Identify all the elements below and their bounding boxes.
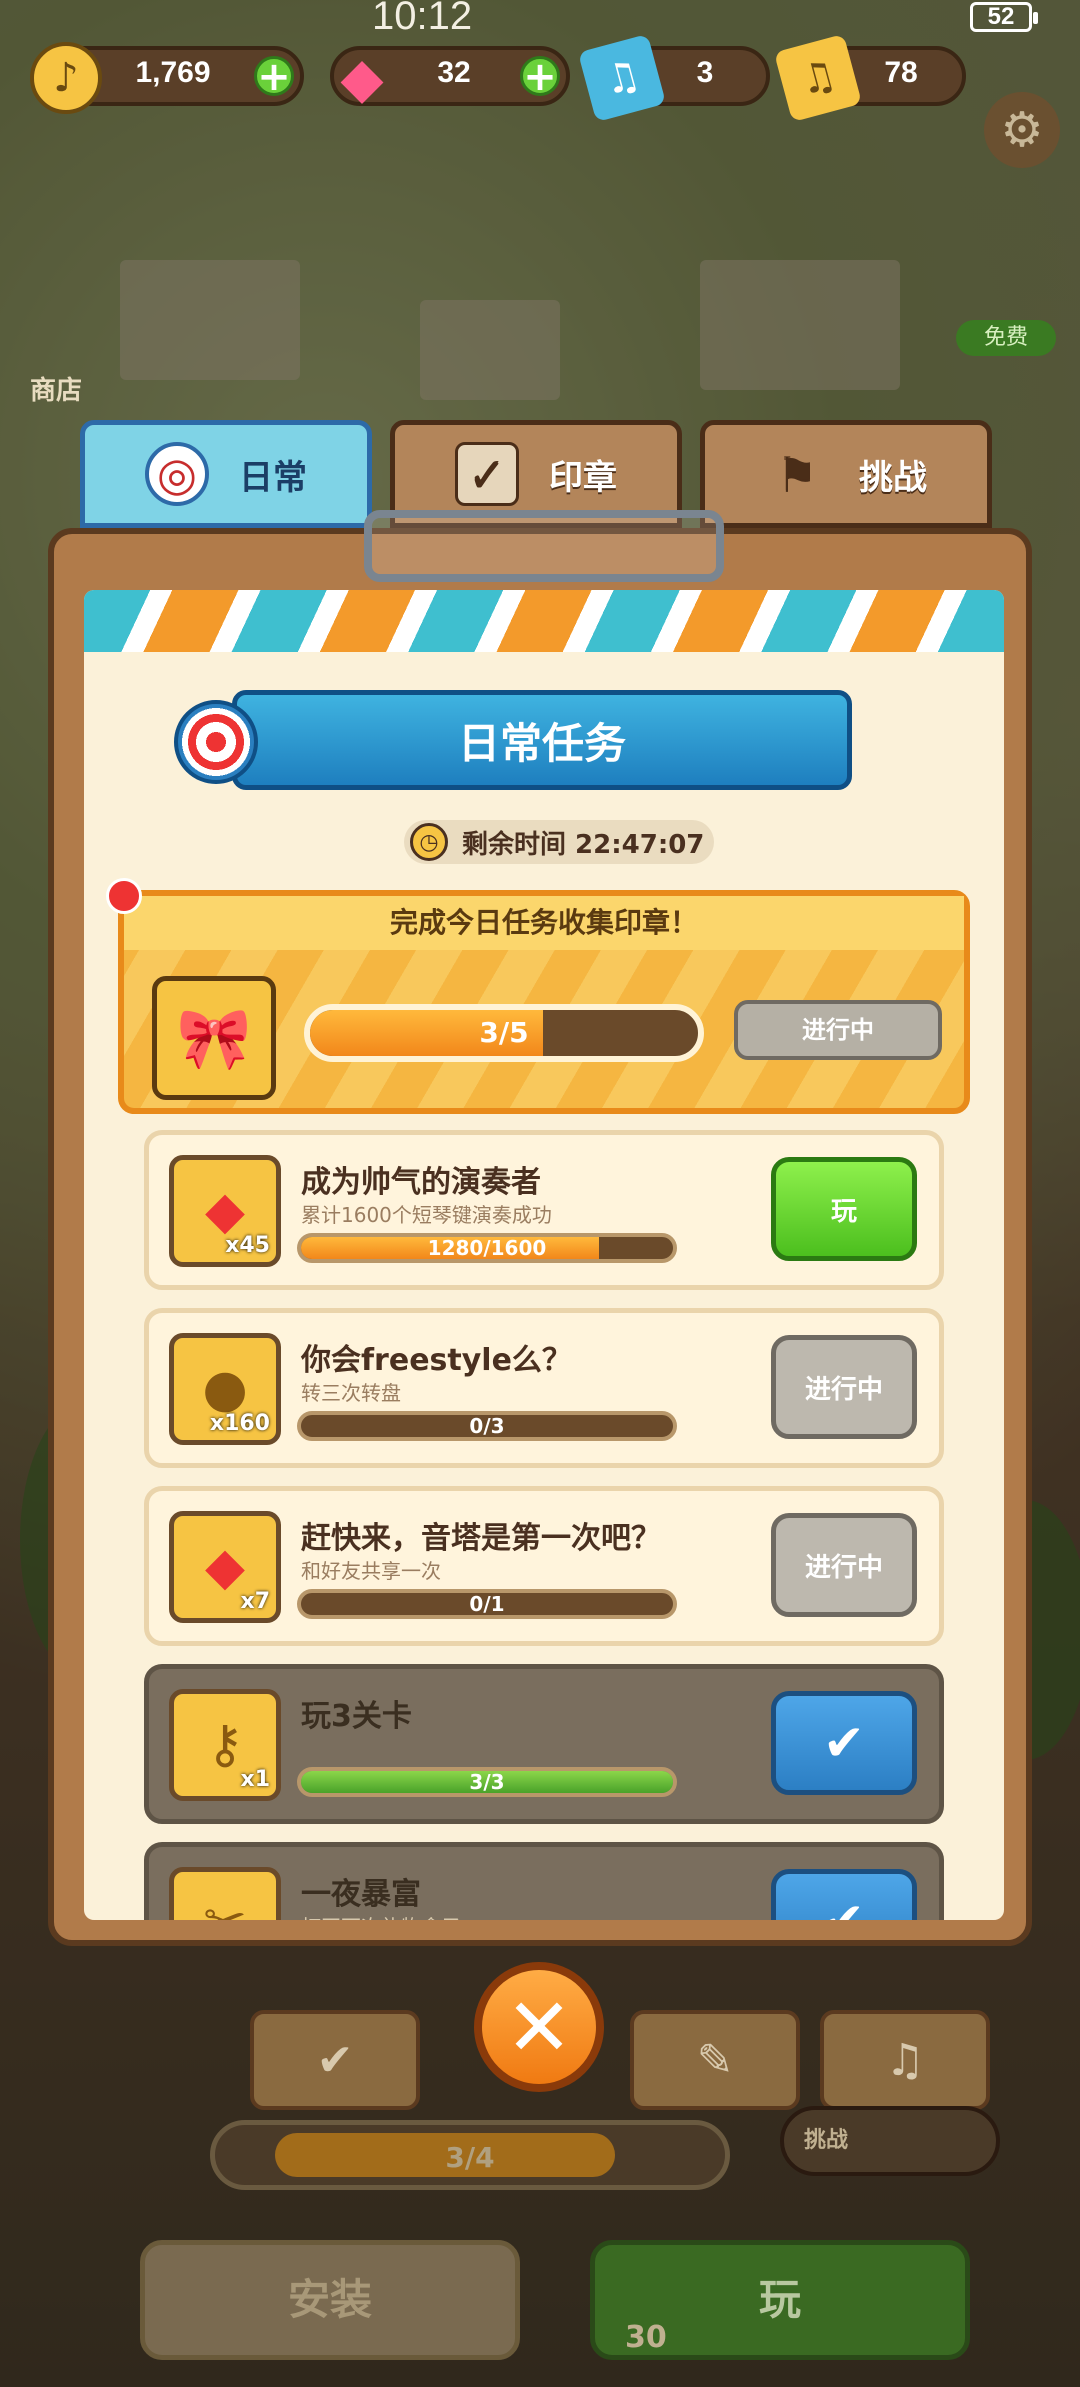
- task-action-button[interactable]: 进行中: [771, 1513, 917, 1617]
- task-progress-bar: 0/1: [297, 1589, 677, 1619]
- task-title: 成为帅气的演奏者: [301, 1165, 541, 1200]
- play-button[interactable]: 30 玩: [590, 2240, 970, 2360]
- resource-value: 1,769: [135, 56, 211, 89]
- free-ad-badge[interactable]: 免费: [956, 320, 1056, 356]
- task-progress-label: 3/3: [469, 1770, 505, 1794]
- task-progress-bar: 3/3: [297, 1767, 677, 1797]
- flag-icon: ⚑: [776, 447, 818, 501]
- reward-count: x1: [240, 1767, 271, 1792]
- status-time: 10:12: [372, 0, 473, 38]
- battery-indicator: 52: [970, 2, 1038, 32]
- settings-gear-icon[interactable]: ⚙: [984, 92, 1060, 168]
- resource-tickets[interactable]: ♫ 3: [577, 33, 770, 123]
- task-title: 一夜暴富: [301, 1877, 421, 1912]
- task-progress-label: 0/3: [469, 1414, 505, 1438]
- tab-label: 日常: [239, 457, 307, 498]
- clipboard-panel: 日常任务 ◷ 剩余时间 22:47:07 完成今日任务收集印章！ 🎀 3/5 进…: [48, 510, 1032, 1946]
- tab-label: 挑战: [859, 457, 927, 498]
- task-subtitle: 打开两次礼物盒子: [301, 1911, 461, 1920]
- play-label: 玩: [758, 2275, 801, 2324]
- bottom-panel: ✔ ✎ ♫ 3/4 挑战 安装 30 玩: [0, 2000, 1080, 2387]
- status-bar: 10:12 52: [0, 0, 1080, 40]
- bottom-tab-music[interactable]: ♫: [820, 2010, 990, 2110]
- music-list-icon: ♫: [885, 2034, 925, 2086]
- key-icon: ⚷ x1: [169, 1689, 281, 1801]
- tab-label: 印章: [549, 457, 617, 498]
- goal-progress-label: 3/5: [479, 1016, 529, 1049]
- task-action-button[interactable]: 进行中: [771, 1335, 917, 1439]
- timer-text: 剩余时间 22:47:07: [462, 829, 705, 860]
- music-coin-icon: ♪: [30, 42, 102, 114]
- resource-gems[interactable]: ◆ 32 +: [330, 46, 570, 111]
- coins-icon: ● x160: [169, 1333, 281, 1445]
- task-subtitle: 累计1600个短琴键演奏成功: [301, 1203, 552, 1227]
- task-row: ◆ x45 成为帅气的演奏者累计1600个短琴键演奏成功 1280/1600 玩: [144, 1130, 944, 1290]
- bottom-progress-label: 3/4: [445, 2141, 495, 2174]
- clock-icon: ◷: [410, 823, 448, 861]
- reward-count: x160: [209, 1411, 270, 1436]
- resource-value: 78: [884, 56, 918, 89]
- scissors-icon: ✂x30: [169, 1867, 281, 1920]
- install-button[interactable]: 安装: [140, 2240, 520, 2360]
- resource-value: 32: [437, 56, 471, 89]
- goal-header: 完成今日任务收集印章！: [124, 896, 964, 950]
- edit-icon: ✎: [696, 2034, 734, 2086]
- target-icon: [174, 700, 258, 784]
- stamp-icon: ✓: [455, 442, 519, 506]
- task-action-button[interactable]: ✔: [771, 1691, 917, 1795]
- challenge-toggle[interactable]: 挑战: [780, 2106, 1000, 2176]
- goal-status-button[interactable]: 进行中: [734, 1000, 942, 1060]
- task-action-button[interactable]: 玩: [771, 1157, 917, 1261]
- add-coins-button[interactable]: +: [254, 56, 294, 97]
- task-title: 赶快来，音塔是第一次吧？: [301, 1521, 661, 1556]
- task-progress-bar: 1280/1600: [297, 1233, 677, 1263]
- resource-gold-tickets[interactable]: ♫ 78: [773, 33, 966, 123]
- target-icon: ◎: [145, 442, 209, 506]
- task-subtitle: 和好友共享一次: [301, 1559, 441, 1583]
- red-card-icon: ◆ x45: [169, 1155, 281, 1267]
- shop-label[interactable]: 商店: [30, 370, 82, 407]
- reward-count: x45: [225, 1233, 270, 1258]
- task-action-button[interactable]: ✔: [771, 1869, 917, 1920]
- goal-progress-bar: 3/5: [304, 1004, 704, 1062]
- task-row: ⚷ x1 玩3关卡 3/3 ✔: [144, 1664, 944, 1824]
- task-progress-label: 1280/1600: [427, 1236, 547, 1260]
- countdown-timer: ◷ 剩余时间 22:47:07: [404, 820, 714, 864]
- task-subtitle: 转三次转盘: [301, 1381, 401, 1405]
- bottom-tab-edit[interactable]: ✎: [630, 2010, 800, 2110]
- resource-value: 3: [696, 56, 714, 89]
- check-icon: ✔: [316, 2034, 354, 2086]
- task-row: ● x160 你会freestyle么？ 转三次转盘 0/3 进行中: [144, 1308, 944, 1468]
- panel-title: 日常任务: [457, 718, 626, 768]
- clipboard-clip: [364, 510, 724, 582]
- hazard-stripe: [84, 590, 1004, 652]
- bottom-tab-check[interactable]: ✔: [250, 2010, 420, 2110]
- resource-music-coins[interactable]: ♪ 1,769 +: [30, 42, 304, 114]
- daily-goal-card: 完成今日任务收集印章！ 🎀 3/5 进行中: [106, 878, 970, 1114]
- tab-challenge[interactable]: ⚑ 挑战: [700, 420, 992, 528]
- challenge-label: 挑战: [804, 2128, 849, 2153]
- panel-title-banner: 日常任务: [232, 690, 852, 790]
- bottom-progress-bar: 3/4: [210, 2120, 730, 2190]
- task-paper: 日常任务 ◷ 剩余时间 22:47:07 完成今日任务收集印章！ 🎀 3/5 进…: [84, 590, 1004, 1920]
- add-gems-button[interactable]: +: [520, 56, 560, 97]
- reward-count: x7: [240, 1589, 271, 1614]
- task-progress-label: 0/1: [469, 1592, 505, 1616]
- task-progress-bar: 0/3: [297, 1411, 677, 1441]
- tab-daily[interactable]: ◎ 日常: [80, 420, 372, 528]
- task-title: 玩3关卡: [301, 1699, 412, 1734]
- red-card-icon: ◆ x7: [169, 1511, 281, 1623]
- stamp-book-icon: 🎀: [152, 976, 276, 1100]
- gem-icon: ◆: [340, 45, 384, 111]
- task-row: ◆ x7 赶快来，音塔是第一次吧？ 和好友共享一次 0/1 进行中: [144, 1486, 944, 1646]
- task-title: 你会freestyle么？: [301, 1343, 572, 1378]
- play-cost: 30: [625, 2320, 667, 2355]
- pin-icon: [106, 878, 142, 914]
- task-row: ✂x30一夜暴富打开两次礼物盒子2/2✔: [144, 1842, 944, 1920]
